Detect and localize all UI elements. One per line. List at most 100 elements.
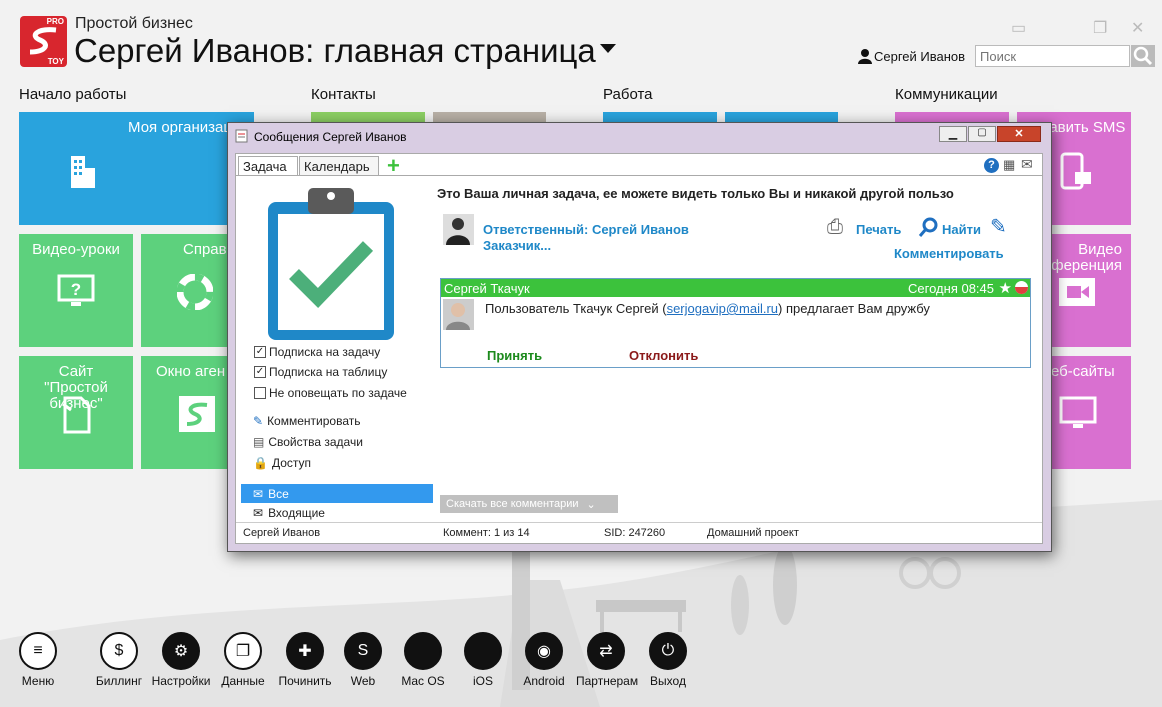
checkbox-unchecked-icon <box>254 387 266 399</box>
page-title[interactable]: Сергей Иванов: главная страница <box>74 32 596 70</box>
settings-icon: ⚙ <box>162 632 200 670</box>
billing-button[interactable]: $ Биллинг <box>89 632 149 688</box>
dialog-maximize-button[interactable]: ▢ <box>968 126 996 142</box>
folder-inbox[interactable]: ✉ Входящие <box>253 506 325 520</box>
message-card: Сергей Ткачук Сегодня 08:45 ★ Пользовате… <box>440 278 1031 368</box>
monitor-help-icon: ? <box>57 274 95 306</box>
checkbox-checked-icon: ✓ <box>254 346 266 358</box>
status-comment-count: Коммент: 1 из 14 <box>443 527 530 539</box>
checkbox-checked-icon: ✓ <box>254 366 266 378</box>
dialog-close-button[interactable]: ✕ <box>997 126 1041 142</box>
double-chevron-down-icon: ⌄ <box>586 498 596 511</box>
lifebuoy-icon <box>177 274 213 310</box>
data-icon: ❐ <box>224 632 262 670</box>
apple-icon <box>464 632 502 670</box>
comment-action[interactable]: ✎ Комментировать <box>253 414 360 428</box>
phone-sms-icon <box>1060 152 1091 190</box>
settings-button[interactable]: ⚙ Настройки <box>151 632 211 688</box>
sender-avatar <box>443 299 474 330</box>
section-start: Начало работы <box>19 86 127 103</box>
repair-icon: ✚ <box>286 632 324 670</box>
messages-dialog: Сообщения Сергей Иванов ▁ ▢ ✕ Задача Кал… <box>227 122 1052 552</box>
user-menu[interactable]: Сергей Иванов <box>858 49 965 64</box>
video-camera-icon <box>1059 278 1095 306</box>
search-icon[interactable] <box>918 216 940 238</box>
power-icon: ⏻ <box>649 632 687 670</box>
android-button[interactable]: ◉ Android <box>514 632 574 688</box>
tile-video-lessons[interactable]: Видео-уроки ? <box>19 234 133 347</box>
agent-logo-icon <box>179 396 215 432</box>
user-icon <box>858 49 872 64</box>
partners-button[interactable]: ⇄ Партнерам <box>576 632 638 688</box>
message-sender: Сергей Ткачук <box>444 281 530 296</box>
user-name: Сергей Иванов <box>874 49 966 64</box>
data-button[interactable]: ❐ Данные <box>213 632 273 688</box>
tile-my-organization[interactable]: Моя организац <box>19 112 254 225</box>
search-input[interactable] <box>975 45 1130 67</box>
tab-divider <box>236 175 1042 176</box>
dialog-title: Сообщения Сергей Иванов <box>254 130 407 144</box>
printer-icon[interactable]: ⎙ <box>827 216 843 239</box>
section-work: Работа <box>603 86 653 103</box>
dialog-content: Задача Календарь + ? ▦ ✉ ✓ Подписка на з… <box>235 153 1043 544</box>
tab-task[interactable]: Задача <box>238 156 298 176</box>
status-project: Домашний проект <box>707 527 799 539</box>
status-circle-icon <box>1015 281 1028 294</box>
svg-text:?: ? <box>71 280 81 299</box>
logo-s-icon <box>29 27 57 55</box>
app-logo: PRO TOY <box>20 16 67 67</box>
repair-button[interactable]: ✚ Починить <box>275 632 335 688</box>
web-icon: S <box>344 632 382 670</box>
avatar <box>443 214 474 245</box>
restore-icon[interactable]: ❐ <box>1093 18 1107 38</box>
subscribe-task-checkbox[interactable]: ✓ Подписка на задачу <box>254 345 380 359</box>
android-icon: ◉ <box>525 632 563 670</box>
customer-link[interactable]: Заказчик... <box>483 238 551 253</box>
accept-button[interactable]: Принять <box>487 348 542 363</box>
message-header: Сергей Ткачук Сегодня 08:45 ★ <box>441 279 1030 297</box>
responsible-link[interactable]: Ответственный: Сергей Иванов <box>483 222 689 237</box>
web-button[interactable]: S Web <box>333 632 393 688</box>
message-time: Сегодня 08:45 <box>908 281 994 296</box>
calendar-clock-icon[interactable]: ▦ <box>1003 157 1015 173</box>
print-button[interactable]: Печать <box>856 222 901 237</box>
apple-icon <box>404 632 442 670</box>
find-button[interactable]: Найти <box>942 222 981 237</box>
star-icon[interactable]: ★ <box>999 279 1012 297</box>
ios-button[interactable]: iOS <box>453 632 513 688</box>
app-subtitle: Простой бизнес <box>75 15 193 32</box>
access-action[interactable]: 🔒 Доступ <box>253 456 311 470</box>
folder-all[interactable]: ✉ Все <box>241 484 433 503</box>
dialog-doc-icon <box>235 129 248 143</box>
pencil-icon: ✎ <box>253 414 264 428</box>
subscribe-table-checkbox[interactable]: ✓ Подписка на таблицу <box>254 365 387 379</box>
document-icon <box>62 396 91 434</box>
tab-calendar[interactable]: Календарь <box>299 156 379 176</box>
lock-icon: 🔒 <box>253 456 268 470</box>
section-communications: Коммуникации <box>895 86 998 103</box>
no-notify-checkbox[interactable]: Не оповещать по задаче <box>254 386 407 400</box>
download-all-comments-button[interactable]: Скачать все комментарии ⌄ <box>440 495 618 513</box>
comment-button[interactable]: Комментировать <box>894 246 1004 261</box>
email-link[interactable]: serjogavip@mail.ru <box>667 301 778 316</box>
title-dropdown-icon[interactable] <box>600 44 616 53</box>
properties-icon: ▤ <box>253 435 265 449</box>
exit-button[interactable]: ⏻ Выход <box>638 632 698 688</box>
task-properties-action[interactable]: ▤ Свойства задачи <box>253 435 363 449</box>
clipboard-check-icon <box>268 188 394 340</box>
decline-button[interactable]: Отклонить <box>629 348 698 363</box>
dialog-minimize-button[interactable]: ▁ <box>939 126 967 142</box>
close-icon[interactable]: ✕ <box>1131 18 1144 38</box>
envelope-icon: ✉ <box>253 486 264 501</box>
handshake-icon: ⇄ <box>587 632 625 670</box>
search-button[interactable] <box>1131 45 1155 67</box>
status-user: Сергей Иванов <box>243 527 321 539</box>
menu-button[interactable]: ≡ Меню <box>8 632 68 688</box>
help-icon[interactable]: ? <box>984 158 999 173</box>
toggle-icon[interactable]: ▭ <box>1011 18 1026 38</box>
billing-icon: $ <box>100 632 138 670</box>
pencil-icon[interactable]: ✎ <box>990 214 1007 239</box>
building-icon <box>71 156 95 188</box>
macos-button[interactable]: Mac OS <box>393 632 453 688</box>
mail-icon[interactable]: ✉ <box>1021 156 1033 173</box>
